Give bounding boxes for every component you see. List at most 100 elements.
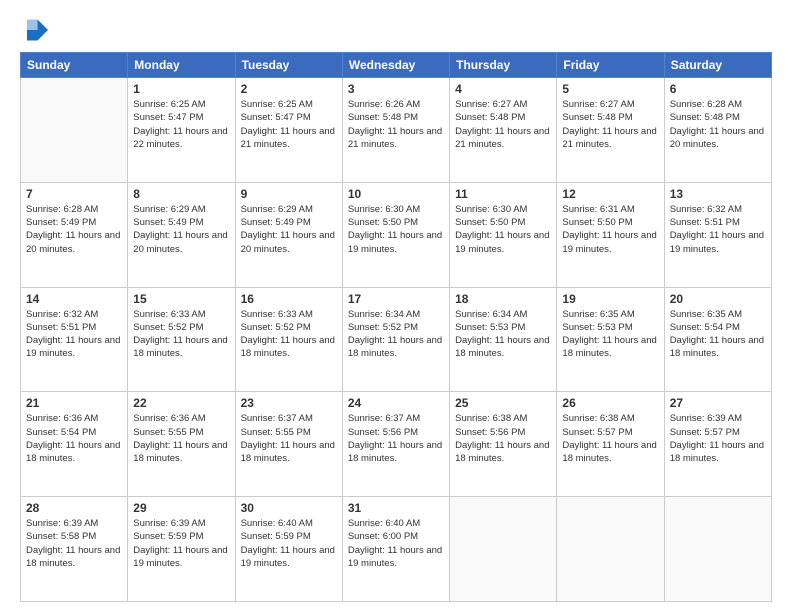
empty-cell <box>664 497 771 602</box>
week-row-4: 28 Sunrise: 6:39 AMSunset: 5:58 PMDayligh… <box>21 497 772 602</box>
day-detail: Sunrise: 6:30 AMSunset: 5:50 PMDaylight:… <box>348 203 444 256</box>
day-detail: Sunrise: 6:29 AMSunset: 5:49 PMDaylight:… <box>241 203 337 256</box>
day-detail: Sunrise: 6:37 AMSunset: 5:56 PMDaylight:… <box>348 412 444 465</box>
weekday-header-thursday: Thursday <box>450 53 557 78</box>
weekday-header-friday: Friday <box>557 53 664 78</box>
day-detail: Sunrise: 6:38 AMSunset: 5:56 PMDaylight:… <box>455 412 551 465</box>
day-cell-31: 31 Sunrise: 6:40 AMSunset: 6:00 PMDayligh… <box>342 497 449 602</box>
day-number: 14 <box>26 292 122 306</box>
day-number: 11 <box>455 187 551 201</box>
day-number: 10 <box>348 187 444 201</box>
day-cell-30: 30 Sunrise: 6:40 AMSunset: 5:59 PMDayligh… <box>235 497 342 602</box>
day-number: 26 <box>562 396 658 410</box>
day-cell-11: 11 Sunrise: 6:30 AMSunset: 5:50 PMDayligh… <box>450 182 557 287</box>
day-cell-28: 28 Sunrise: 6:39 AMSunset: 5:58 PMDayligh… <box>21 497 128 602</box>
day-cell-2: 2 Sunrise: 6:25 AMSunset: 5:47 PMDaylight… <box>235 78 342 183</box>
day-cell-27: 27 Sunrise: 6:39 AMSunset: 5:57 PMDayligh… <box>664 392 771 497</box>
day-number: 23 <box>241 396 337 410</box>
day-detail: Sunrise: 6:28 AMSunset: 5:49 PMDaylight:… <box>26 203 122 256</box>
day-detail: Sunrise: 6:34 AMSunset: 5:53 PMDaylight:… <box>455 308 551 361</box>
day-detail: Sunrise: 6:39 AMSunset: 5:59 PMDaylight:… <box>133 517 229 570</box>
weekday-header-monday: Monday <box>128 53 235 78</box>
day-number: 9 <box>241 187 337 201</box>
day-cell-5: 5Sunrise: 6:27 AMSunset: 5:48 PMDaylight… <box>557 78 664 183</box>
week-row-0: 1 Sunrise: 6:25 AMSunset: 5:47 PMDaylight… <box>21 78 772 183</box>
day-cell-18: 18 Sunrise: 6:34 AMSunset: 5:53 PMDayligh… <box>450 287 557 392</box>
day-number: 20 <box>670 292 766 306</box>
day-detail: Sunrise: 6:38 AMSunset: 5:57 PMDaylight:… <box>562 412 658 465</box>
day-cell-23: 23 Sunrise: 6:37 AMSunset: 5:55 PMDayligh… <box>235 392 342 497</box>
day-number: 2 <box>241 82 337 96</box>
day-detail: Sunrise: 6:35 AMSunset: 5:53 PMDaylight:… <box>562 308 658 361</box>
day-detail: Sunrise: 6:27 AMSunset: 5:48 PMDaylight:… <box>455 98 551 151</box>
day-cell-26: 26 Sunrise: 6:38 AMSunset: 5:57 PMDayligh… <box>557 392 664 497</box>
day-number: 31 <box>348 501 444 515</box>
day-number: 3 <box>348 82 444 96</box>
day-detail: Sunrise: 6:40 AMSunset: 6:00 PMDaylight:… <box>348 517 444 570</box>
day-number: 6 <box>670 82 766 96</box>
day-cell-24: 24Sunrise: 6:37 AMSunset: 5:56 PMDayligh… <box>342 392 449 497</box>
day-cell-13: 13Sunrise: 6:32 AMSunset: 5:51 PMDayligh… <box>664 182 771 287</box>
logo <box>20 16 52 44</box>
day-cell-4: 4Sunrise: 6:27 AMSunset: 5:48 PMDaylight… <box>450 78 557 183</box>
day-detail: Sunrise: 6:31 AMSunset: 5:50 PMDaylight:… <box>562 203 658 256</box>
day-detail: Sunrise: 6:33 AMSunset: 5:52 PMDaylight:… <box>133 308 229 361</box>
day-detail: Sunrise: 6:25 AMSunset: 5:47 PMDaylight:… <box>241 98 337 151</box>
day-detail: Sunrise: 6:29 AMSunset: 5:49 PMDaylight:… <box>133 203 229 256</box>
day-number: 28 <box>26 501 122 515</box>
day-cell-6: 6 Sunrise: 6:28 AMSunset: 5:48 PMDaylight… <box>664 78 771 183</box>
day-detail: Sunrise: 6:39 AMSunset: 5:57 PMDaylight:… <box>670 412 766 465</box>
day-cell-21: 21Sunrise: 6:36 AMSunset: 5:54 PMDayligh… <box>21 392 128 497</box>
day-number: 17 <box>348 292 444 306</box>
day-number: 8 <box>133 187 229 201</box>
day-number: 19 <box>562 292 658 306</box>
day-number: 25 <box>455 396 551 410</box>
day-detail: Sunrise: 6:32 AMSunset: 5:51 PMDaylight:… <box>26 308 122 361</box>
weekday-header-sunday: Sunday <box>21 53 128 78</box>
day-cell-15: 15 Sunrise: 6:33 AMSunset: 5:52 PMDayligh… <box>128 287 235 392</box>
day-cell-12: 12 Sunrise: 6:31 AMSunset: 5:50 PMDayligh… <box>557 182 664 287</box>
day-number: 12 <box>562 187 658 201</box>
day-detail: Sunrise: 6:28 AMSunset: 5:48 PMDaylight:… <box>670 98 766 151</box>
day-detail: Sunrise: 6:40 AMSunset: 5:59 PMDaylight:… <box>241 517 337 570</box>
day-detail: Sunrise: 6:35 AMSunset: 5:54 PMDaylight:… <box>670 308 766 361</box>
weekday-header-row: SundayMondayTuesdayWednesdayThursdayFrid… <box>21 53 772 78</box>
day-number: 15 <box>133 292 229 306</box>
day-number: 1 <box>133 82 229 96</box>
weekday-header-tuesday: Tuesday <box>235 53 342 78</box>
day-cell-20: 20 Sunrise: 6:35 AMSunset: 5:54 PMDayligh… <box>664 287 771 392</box>
day-number: 18 <box>455 292 551 306</box>
empty-cell <box>21 78 128 183</box>
day-detail: Sunrise: 6:26 AMSunset: 5:48 PMDaylight:… <box>348 98 444 151</box>
day-cell-3: 3 Sunrise: 6:26 AMSunset: 5:48 PMDaylight… <box>342 78 449 183</box>
weekday-header-saturday: Saturday <box>664 53 771 78</box>
day-detail: Sunrise: 6:34 AMSunset: 5:52 PMDaylight:… <box>348 308 444 361</box>
day-detail: Sunrise: 6:30 AMSunset: 5:50 PMDaylight:… <box>455 203 551 256</box>
calendar-page: SundayMondayTuesdayWednesdayThursdayFrid… <box>0 0 792 612</box>
day-cell-1: 1Sunrise: 6:25 AMSunset: 5:47 PMDaylight… <box>128 78 235 183</box>
day-cell-29: 29 Sunrise: 6:39 AMSunset: 5:59 PMDayligh… <box>128 497 235 602</box>
day-cell-8: 8 Sunrise: 6:29 AMSunset: 5:49 PMDaylight… <box>128 182 235 287</box>
day-detail: Sunrise: 6:37 AMSunset: 5:55 PMDaylight:… <box>241 412 337 465</box>
day-number: 30 <box>241 501 337 515</box>
day-number: 7 <box>26 187 122 201</box>
week-row-3: 21Sunrise: 6:36 AMSunset: 5:54 PMDayligh… <box>21 392 772 497</box>
day-number: 13 <box>670 187 766 201</box>
day-cell-16: 16Sunrise: 6:33 AMSunset: 5:52 PMDayligh… <box>235 287 342 392</box>
calendar-table: SundayMondayTuesdayWednesdayThursdayFrid… <box>20 52 772 602</box>
week-row-1: 7 Sunrise: 6:28 AMSunset: 5:49 PMDaylight… <box>21 182 772 287</box>
day-cell-17: 17 Sunrise: 6:34 AMSunset: 5:52 PMDayligh… <box>342 287 449 392</box>
day-number: 22 <box>133 396 229 410</box>
weekday-header-wednesday: Wednesday <box>342 53 449 78</box>
day-number: 16 <box>241 292 337 306</box>
day-detail: Sunrise: 6:39 AMSunset: 5:58 PMDaylight:… <box>26 517 122 570</box>
empty-cell <box>450 497 557 602</box>
day-number: 27 <box>670 396 766 410</box>
day-number: 5 <box>562 82 658 96</box>
logo-icon <box>20 16 48 44</box>
day-detail: Sunrise: 6:36 AMSunset: 5:54 PMDaylight:… <box>26 412 122 465</box>
day-number: 29 <box>133 501 229 515</box>
day-detail: Sunrise: 6:36 AMSunset: 5:55 PMDaylight:… <box>133 412 229 465</box>
header <box>20 16 772 44</box>
week-row-2: 14 Sunrise: 6:32 AMSunset: 5:51 PMDayligh… <box>21 287 772 392</box>
